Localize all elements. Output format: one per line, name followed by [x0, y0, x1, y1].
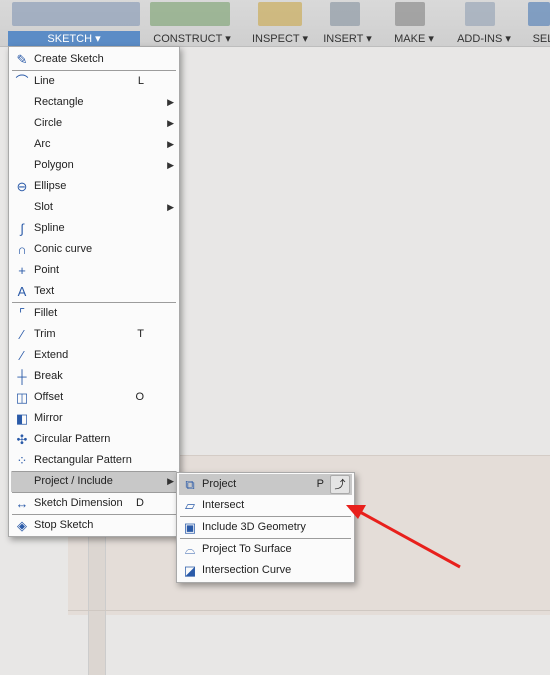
arrow-shaft — [359, 510, 461, 569]
annotation-arrow — [346, 505, 461, 569]
